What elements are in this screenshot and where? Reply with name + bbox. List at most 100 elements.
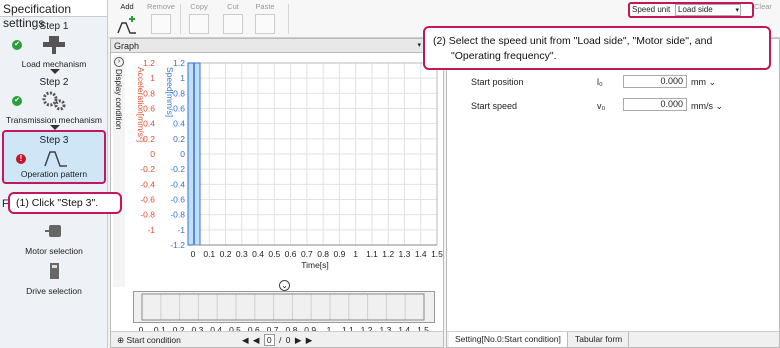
accel-tick-label: -0.4 xyxy=(140,179,155,189)
x-tick-label: 0.9 xyxy=(333,249,345,259)
chevron-down-icon[interactable]: ▾ xyxy=(417,39,421,53)
drive-selection-button[interactable]: Drive selection xyxy=(2,254,106,300)
add-pattern-icon xyxy=(117,16,136,34)
speed-tick-label: -0.8 xyxy=(170,210,185,220)
expand-right-icon: › xyxy=(114,57,124,67)
speed-axis-label: Speed[mm/s] xyxy=(165,67,175,117)
start-speed-unit-value: mm/s xyxy=(691,101,713,111)
x-tick-label: 1.4 xyxy=(415,249,427,259)
x-tick-label: 1.2 xyxy=(382,249,394,259)
page-total: 0 xyxy=(285,335,291,345)
speed-tick-label: -1.2 xyxy=(170,240,185,250)
first-page-icon[interactable]: ◀ xyxy=(242,335,249,346)
cut-button[interactable]: Cut xyxy=(216,2,250,36)
graph-header: Graph ▾ xyxy=(111,39,443,53)
chevron-down-icon: ▾ xyxy=(735,7,739,14)
toolbar-divider xyxy=(180,4,181,34)
speed-unit-select[interactable]: Load side ▾ xyxy=(675,4,741,16)
error-icon: ! xyxy=(16,154,26,164)
speed-unit-value: Load side xyxy=(678,5,713,14)
x-tick-label: 1.3 xyxy=(399,249,411,259)
last-page-icon[interactable]: ▶ xyxy=(306,335,313,346)
specification-panel: Specification settings Step 1 ✔ Load mec… xyxy=(0,0,108,348)
accel-tick-label: 0 xyxy=(150,149,155,159)
speed-tick-label: -0.2 xyxy=(170,164,185,174)
start-position-unit-value: mm xyxy=(691,77,706,87)
accel-tick-label: -0.8 xyxy=(140,210,155,220)
paste-button[interactable]: Paste xyxy=(248,2,282,36)
page-current[interactable]: 0 xyxy=(263,334,275,346)
accel-axis-label: Acceleration[mm/s²] xyxy=(136,67,146,142)
graph-panel: Graph ▾ › Display condition 1.2 1 0.8 0.6 0.… xyxy=(110,38,444,348)
start-position-label: Start position xyxy=(471,77,524,87)
x-tick-label: 1.5 xyxy=(431,249,443,259)
speed-tick-label: 0.2 xyxy=(173,134,185,144)
next-page-icon[interactable]: ▶ xyxy=(295,335,302,346)
add-label: Add xyxy=(120,2,134,11)
remove-icon xyxy=(151,14,171,34)
display-condition-toggle[interactable]: › Display condition xyxy=(113,55,125,287)
start-speed-unit[interactable]: mm/s ⌄ xyxy=(691,101,723,112)
step-label: Transmission mechanism xyxy=(5,115,103,125)
speed-tick-label: -0.4 xyxy=(170,179,185,189)
x-tick-label: 0.7 xyxy=(301,249,313,259)
panel-title: Specification settings xyxy=(0,0,107,30)
callout-line-1: (2) Select the speed unit from "Load sid… xyxy=(433,35,713,47)
start-condition-link[interactable]: ⊕ Start condition xyxy=(117,335,181,346)
step-1[interactable]: Step 1 ✔ Load mechanism xyxy=(2,18,106,72)
callout-step-3: (1) Click "Step 3". xyxy=(8,192,122,214)
callout-line-2: "Operating frequency". xyxy=(451,50,557,62)
gears-icon xyxy=(42,91,66,111)
step-3[interactable]: Step 3 ! Operation pattern xyxy=(2,130,106,184)
start-speed-input[interactable]: 0.000 xyxy=(623,98,687,111)
settings-tabs: Setting[No.0:Start condition] Tabular fo… xyxy=(447,331,779,347)
x-tick-label: 0.2 xyxy=(220,249,232,259)
step-name: Step 2 xyxy=(39,77,69,88)
remove-label: Remove xyxy=(147,2,175,11)
drive-selection-label: Drive selection xyxy=(26,286,82,296)
x-tick-label: 1 xyxy=(353,249,358,259)
prev-page-icon[interactable]: ◀ xyxy=(253,335,260,346)
step-label: Load mechanism xyxy=(21,59,87,69)
graph-title: Graph xyxy=(114,41,140,51)
settings-panel: Start position l₀ 0.000 mm ⌄ Start speed… xyxy=(446,38,780,348)
settings-icon: ⊕ xyxy=(117,335,125,345)
cut-label: Cut xyxy=(227,2,239,11)
paste-icon xyxy=(255,14,275,34)
cut-icon xyxy=(223,14,243,34)
motor-icon xyxy=(45,225,61,237)
x-tick-label: 0.3 xyxy=(236,249,248,259)
start-speed-label: Start speed xyxy=(471,101,518,111)
copy-button[interactable]: Copy xyxy=(182,2,216,36)
tab-tabular-form[interactable]: Tabular form xyxy=(569,332,630,347)
speed-tick-label: -0.6 xyxy=(170,195,185,205)
chevron-down-icon: ⌄ xyxy=(715,101,724,111)
copy-label: Copy xyxy=(190,2,208,11)
check-icon: ✔ xyxy=(12,96,22,106)
accel-tick-label: -0.6 xyxy=(140,195,155,205)
x-tick-label: 0.1 xyxy=(203,249,215,259)
collapse-down-icon[interactable]: ⌄ xyxy=(279,280,290,291)
step-2[interactable]: Step 2 ✔ Transmission mechanism xyxy=(2,74,106,128)
clear-button[interactable]: Clear xyxy=(754,2,772,11)
step-name: Step 3 xyxy=(39,135,69,146)
speed-tick-label: -1 xyxy=(177,225,185,235)
start-position-input[interactable]: 0.000 xyxy=(623,75,687,88)
speed-unit-control: Speed unit Load side ▾ xyxy=(628,2,754,18)
overview-frame xyxy=(141,293,425,321)
time-axis-label: Time[s] xyxy=(301,260,329,270)
chart-grid xyxy=(192,62,438,246)
accel-tick-label: -1 xyxy=(147,225,155,235)
step-label: Operation pattern xyxy=(20,169,88,179)
graph-chart: 1.210.80.60.40.20-0.2-0.4-0.6-0.8-1 1.21… xyxy=(136,58,443,270)
add-button[interactable]: Add xyxy=(110,2,144,36)
time-overview-scrollbar[interactable] xyxy=(133,291,435,323)
x-tick-label: 0.6 xyxy=(285,249,297,259)
remove-button[interactable]: Remove xyxy=(144,2,178,36)
toolbar-divider xyxy=(288,4,289,34)
tab-setting[interactable]: Setting[No.0:Start condition] xyxy=(449,332,568,347)
accel-tick-label: 1 xyxy=(150,73,155,83)
pager: ◀ ◀ 0 / 0 ▶ ▶ xyxy=(241,334,313,346)
start-position-unit[interactable]: mm ⌄ xyxy=(691,77,716,88)
copy-icon xyxy=(189,14,209,34)
